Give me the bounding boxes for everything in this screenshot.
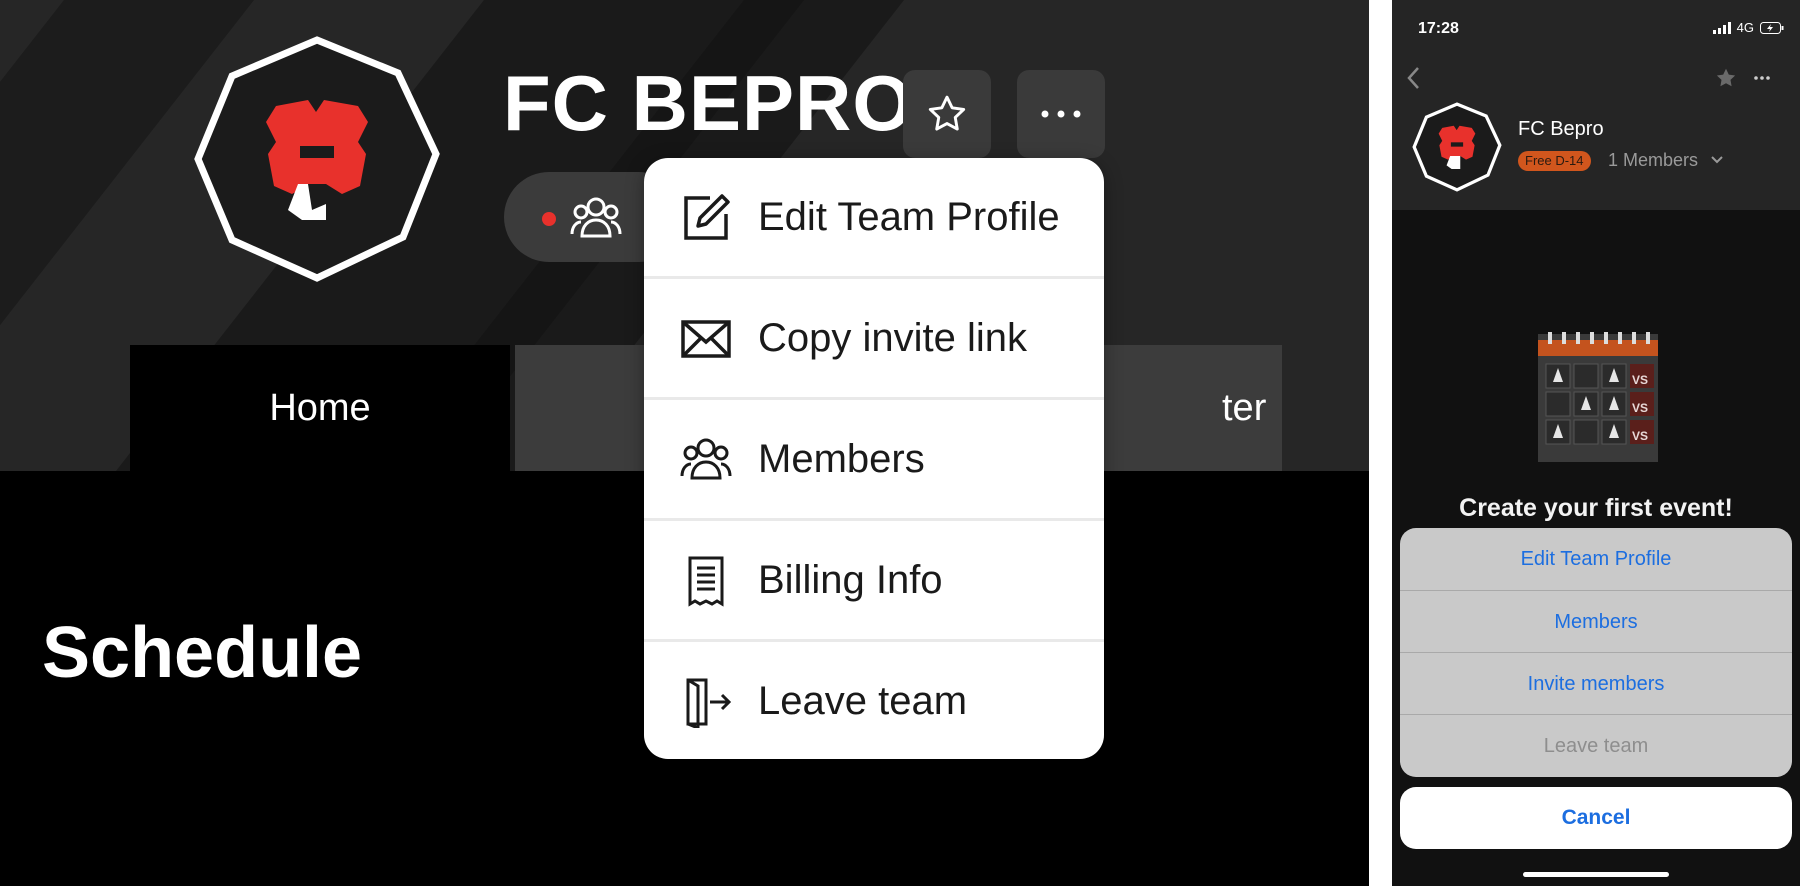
sheet-item-members[interactable]: Members [1400,591,1792,653]
team-logo [192,34,442,284]
team-logo [1412,102,1502,192]
sheet-item-edit-team-profile[interactable]: Edit Team Profile [1400,528,1792,590]
more-options-button[interactable] [1017,70,1105,158]
exit-icon [686,678,732,728]
more-dots-icon [1041,110,1081,118]
favorite-button[interactable] [903,70,991,158]
menu-item-label: Billing Info [758,557,943,602]
home-indicator [1523,872,1669,877]
signal-icon [1712,21,1731,34]
members-icon [680,438,732,480]
plan-badge: Free D-14 [1518,151,1591,171]
mobile-view: 17:28 4G FC Bepro Free D-14 1 Members VS… [1392,0,1800,886]
vs-label: VS [1632,373,1649,387]
members-count-dropdown[interactable]: 1 Members [1608,150,1725,171]
status-time: 17:28 [1418,20,1459,37]
menu-item-copy-invite-link[interactable]: Copy invite link [644,279,1104,397]
status-indicators: 4G [1712,20,1784,35]
mobile-header: 17:28 4G FC Bepro Free D-14 1 Members [1392,0,1800,210]
menu-item-label: Leave team [758,678,968,723]
desktop-view: FC BEPRO Home ter Schedule Edit Team Pro… [0,0,1369,886]
members-count: 1 Members [1608,150,1699,170]
mail-icon [681,320,731,358]
section-title: Schedule [42,613,363,693]
team-options-menu: Edit Team Profile Copy invite link Membe… [644,158,1104,759]
sheet-item-invite-members[interactable]: Invite members [1400,653,1792,715]
sheet-item-leave-team[interactable]: Leave team [1400,715,1792,777]
chevron-down-icon [1711,156,1723,164]
calendar-illustration: VS VS VS [1534,330,1662,466]
vs-label: VS [1632,401,1649,415]
back-chevron-icon[interactable] [1404,64,1424,92]
members-icon [570,194,622,245]
menu-item-leave-team[interactable]: Leave team [644,642,1104,759]
receipt-icon [688,556,724,607]
team-name: FC BEPRO [503,59,915,147]
star-outline-icon [928,95,966,131]
menu-item-label: Copy invite link [758,315,1028,360]
star-filled-icon[interactable] [1714,66,1738,90]
action-sheet: Edit Team Profile Members Invite members… [1400,528,1792,777]
battery-charging-icon [1760,21,1784,34]
menu-item-edit-team-profile[interactable]: Edit Team Profile [644,158,1104,276]
cancel-button[interactable]: Cancel [1400,787,1792,849]
empty-state-title: Create your first event! [1459,494,1733,522]
status-dot [542,212,556,226]
menu-item-members[interactable]: Members [644,400,1104,518]
menu-item-label: Members [758,436,925,481]
edit-icon [684,194,730,240]
more-dots-icon[interactable] [1752,64,1772,92]
team-name: FC Bepro [1518,118,1604,140]
tab-home[interactable]: Home [130,345,510,471]
menu-item-billing-info[interactable]: Billing Info [644,521,1104,639]
vs-label: VS [1632,429,1649,443]
menu-item-label: Edit Team Profile [758,194,1060,239]
network-label: 4G [1736,20,1754,35]
